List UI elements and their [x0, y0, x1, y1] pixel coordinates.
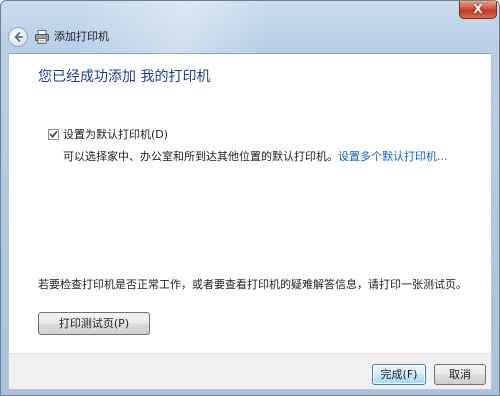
close-button[interactable]: X — [459, 1, 497, 19]
cancel-button[interactable]: 取消 — [434, 364, 486, 385]
finish-button[interactable]: 完成(F) — [372, 364, 426, 385]
printer-icon — [35, 30, 49, 44]
checkmark-icon — [49, 131, 58, 138]
add-printer-window: X 添加打印机 您已经成功添加 我的打印机 设置为默认打印机(D) 可以选择家中… — [0, 0, 500, 396]
default-printer-checkbox[interactable] — [48, 129, 59, 140]
set-multiple-defaults-link[interactable]: 设置多个默认打印机... — [338, 150, 448, 163]
page-heading: 您已经成功添加 我的打印机 — [38, 69, 211, 85]
test-page-info-text: 若要检查打印机是否正常工作，或者要查看打印机的疑难解答信息，请打印一张测试页。 — [38, 278, 467, 291]
window-title: 添加打印机 — [54, 30, 109, 43]
wizard-footer: 完成(F) 取消 — [8, 353, 492, 390]
print-test-page-button[interactable]: 打印测试页(P) — [38, 312, 150, 335]
description-text: 可以选择家中、办公室和所到达其他位置的默认打印机。 — [63, 150, 338, 163]
back-button[interactable] — [8, 27, 28, 47]
back-arrow-icon — [14, 32, 23, 42]
default-printer-description: 可以选择家中、办公室和所到达其他位置的默认打印机。设置多个默认打印机... — [63, 150, 448, 163]
wizard-content: 您已经成功添加 我的打印机 设置为默认打印机(D) 可以选择家中、办公室和所到达… — [8, 53, 492, 353]
default-printer-label[interactable]: 设置为默认打印机(D) — [63, 128, 168, 141]
